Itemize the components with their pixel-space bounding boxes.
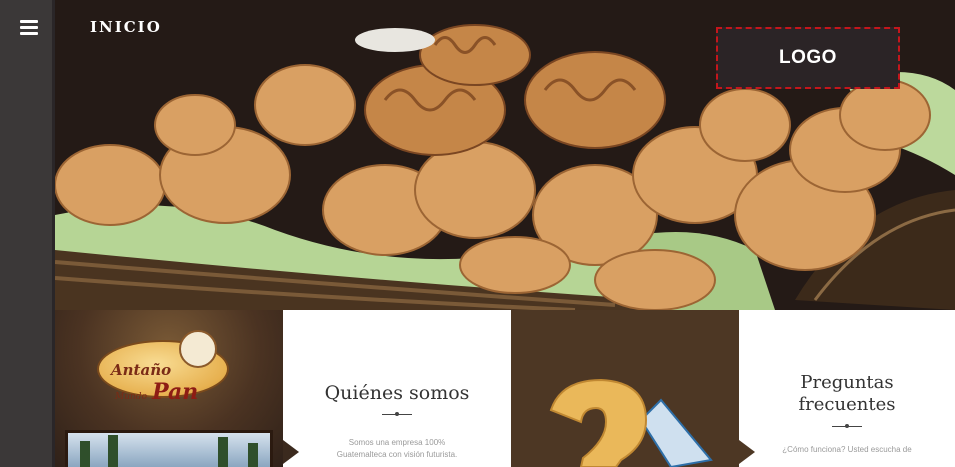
logo-label: LOGO <box>779 47 837 68</box>
brand-line1: Antaño <box>111 361 172 379</box>
faq-text: ¿Cómo funciona? Usted escucha de <box>782 445 912 454</box>
faq-title-line2: frecuentes <box>798 394 896 415</box>
logo-placeholder[interactable]: LOGO <box>716 27 900 89</box>
hamburger-menu-icon[interactable] <box>20 20 38 35</box>
about-us-tile[interactable]: Quiénes somos Somos una empresa 100% Gua… <box>283 310 511 467</box>
faq-tile[interactable]: Preguntas frecuentes ¿Cómo funciona? Ust… <box>739 310 955 467</box>
feature-tiles: Antaño Mundo Pan Quiénes somos Somos una… <box>55 310 955 467</box>
about-us-text: Somos una empresa 100% Guatemalteca con … <box>283 437 511 461</box>
page-title: INICIO <box>90 18 162 36</box>
title-divider <box>832 424 862 428</box>
about-text-line2: Guatemalteca con visión futurista. <box>336 450 458 459</box>
title-divider <box>382 412 412 416</box>
brand-line2: Mundo <box>115 392 147 402</box>
question-image-tile[interactable] <box>511 310 739 467</box>
brand-logo-text: Antaño Mundo Pan <box>111 360 198 405</box>
brand-tile[interactable]: Antaño Mundo Pan <box>55 310 283 467</box>
about-us-title: Quiénes somos <box>324 382 470 404</box>
question-mark-icon <box>511 310 739 467</box>
brand-line3: Pan <box>152 379 199 405</box>
faq-title: Preguntas frecuentes <box>739 372 955 416</box>
image-tile-arrow <box>739 440 755 464</box>
about-text-line1: Somos una empresa 100% <box>348 438 446 447</box>
faq-title-line1: Preguntas <box>800 372 894 393</box>
brand-tile-arrow <box>283 440 299 464</box>
storefront-photo <box>65 430 273 467</box>
sidebar <box>0 0 52 467</box>
